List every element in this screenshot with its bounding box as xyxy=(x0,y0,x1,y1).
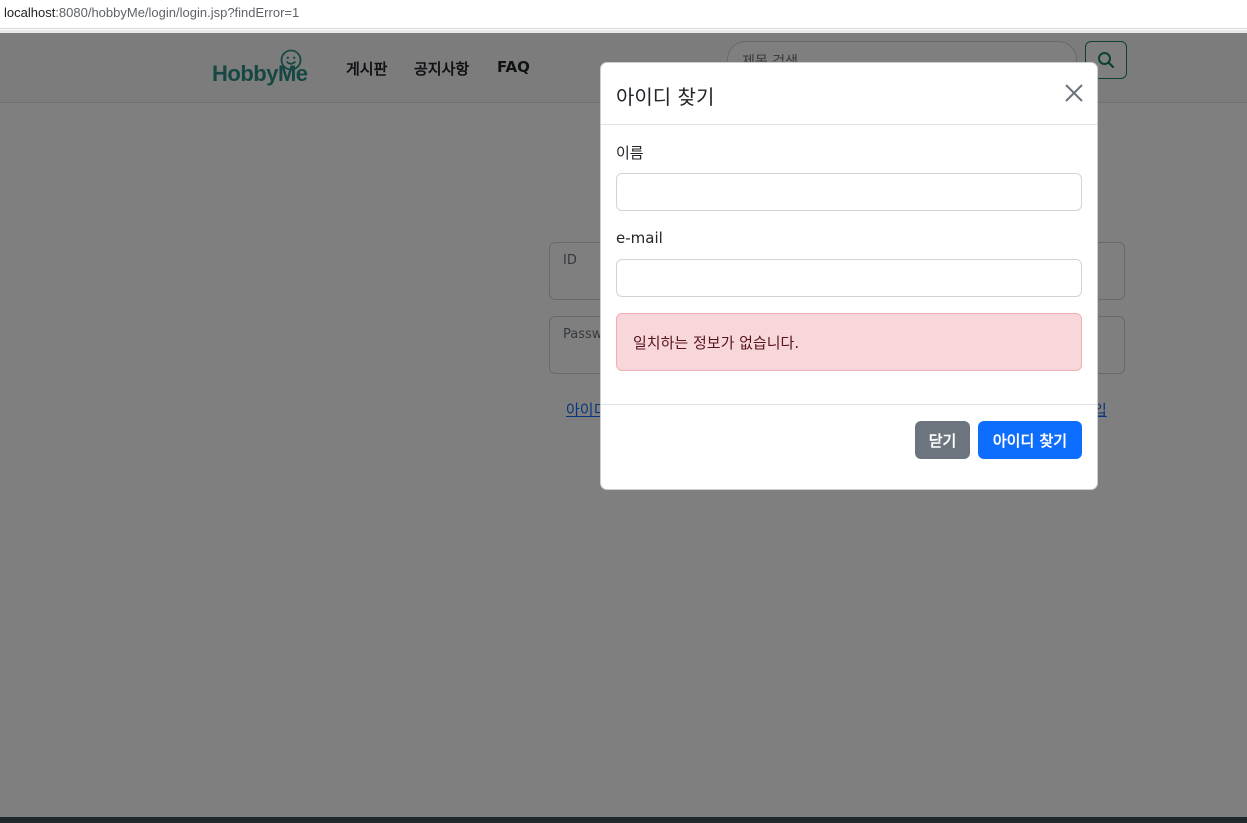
find-id-modal: 아이디 찾기 이름 e-mail 일치하는 정보가 없습니다. 닫기 아이디 찾… xyxy=(600,62,1098,490)
url-text[interactable]: localhost:8080/hobbyMe/login/login.jsp?f… xyxy=(4,5,299,20)
close-icon xyxy=(1065,84,1083,102)
close-modal-button[interactable]: 닫기 xyxy=(915,421,970,459)
url-path: :8080/hobbyMe/login/login.jsp?findError=… xyxy=(55,5,300,20)
modal-header: 아이디 찾기 xyxy=(601,63,1097,125)
name-input[interactable] xyxy=(616,173,1082,211)
modal-title: 아이디 찾기 xyxy=(616,85,715,109)
modal-body: 이름 e-mail 일치하는 정보가 없습니다. xyxy=(601,126,1097,404)
email-label: e-mail xyxy=(616,229,663,247)
taskbar-edge xyxy=(0,817,1247,823)
find-id-button[interactable]: 아이디 찾기 xyxy=(978,421,1082,459)
url-host: localhost xyxy=(4,5,56,20)
modal-footer: 닫기 아이디 찾기 xyxy=(601,404,1097,489)
email-input[interactable] xyxy=(616,259,1082,297)
browser-address-bar[interactable]: localhost:8080/hobbyMe/login/login.jsp?f… xyxy=(0,0,1247,29)
name-label: 이름 xyxy=(616,144,644,162)
close-button[interactable] xyxy=(1063,82,1085,104)
error-alert: 일치하는 정보가 없습니다. xyxy=(616,313,1082,371)
error-message: 일치하는 정보가 없습니다. xyxy=(633,334,800,352)
